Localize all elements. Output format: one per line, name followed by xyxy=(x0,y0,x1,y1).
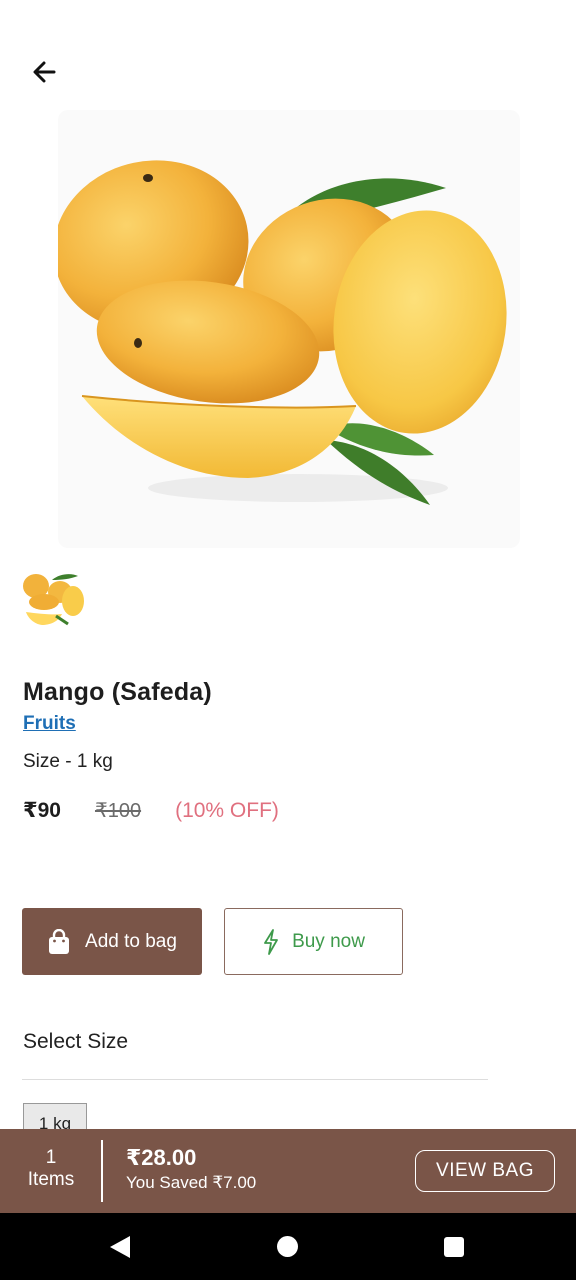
bag-summary-bar: 1 Items ₹28.00 You Saved ₹7.00 VIEW BAG xyxy=(0,1129,576,1213)
current-price: ₹90 xyxy=(23,799,61,822)
bag-count-label: Items xyxy=(27,1169,75,1190)
buy-now-label: Buy now xyxy=(292,930,365,952)
product-thumbnail[interactable] xyxy=(22,570,86,628)
shopping-bag-icon xyxy=(47,928,71,955)
view-bag-button[interactable]: VIEW BAG xyxy=(415,1150,555,1192)
nav-back-icon[interactable] xyxy=(109,1235,131,1259)
back-button[interactable] xyxy=(22,52,66,92)
bag-item-count: 1 Items xyxy=(0,1147,102,1191)
divider xyxy=(22,1079,488,1080)
nav-recents-icon[interactable] xyxy=(444,1237,464,1257)
category-link[interactable]: Fruits xyxy=(23,713,76,735)
bag-savings: You Saved ₹7.00 xyxy=(126,1173,257,1192)
bag-divider xyxy=(101,1140,103,1202)
bag-total: ₹28.00 xyxy=(126,1145,197,1170)
lightning-icon xyxy=(262,928,280,955)
product-image xyxy=(58,110,520,548)
select-size-heading: Select Size xyxy=(23,1030,129,1053)
add-to-bag-button[interactable]: Add to bag xyxy=(22,908,202,975)
arrow-left-icon xyxy=(33,61,56,83)
nav-home-icon[interactable] xyxy=(277,1236,298,1257)
buy-now-button[interactable]: Buy now xyxy=(224,908,403,975)
product-size: Size - 1 kg xyxy=(23,751,113,772)
original-price: ₹100 xyxy=(94,800,142,822)
bag-count-number: 1 xyxy=(45,1147,57,1168)
add-to-bag-label: Add to bag xyxy=(85,930,177,952)
system-nav-bar xyxy=(0,1213,576,1280)
product-title: Mango (Safeda) xyxy=(23,678,212,706)
discount-label: (10% OFF) xyxy=(175,799,279,822)
price-row: ₹90 ₹100 (10% OFF) xyxy=(23,798,279,823)
